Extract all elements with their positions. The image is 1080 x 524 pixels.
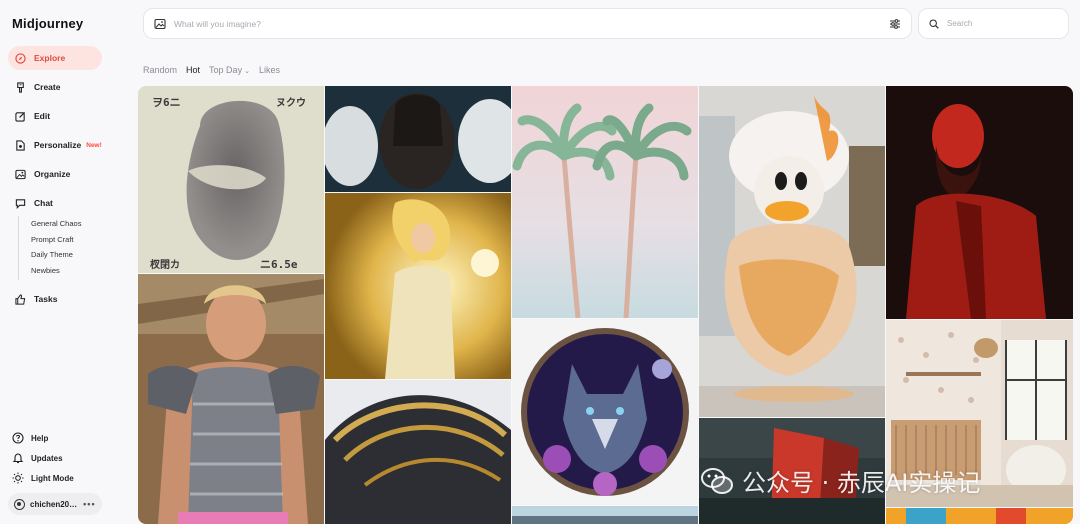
tab-hot[interactable]: Hot — [186, 65, 200, 75]
sidebar-item-label: Chat — [34, 198, 53, 208]
sidebar-item-organize[interactable]: Organize — [8, 162, 102, 186]
edit-icon — [14, 110, 26, 122]
chat-room-prompt-craft[interactable]: Prompt Craft — [31, 232, 81, 248]
bell-icon — [12, 452, 24, 464]
sidebar-item-tasks[interactable]: Tasks — [8, 287, 102, 311]
chevron-down-icon: ⌄ — [244, 68, 250, 75]
chat-room-newbies[interactable]: Newbies — [31, 263, 81, 279]
username: chichen20… — [30, 499, 78, 509]
image-tile-golden-goddess[interactable] — [325, 193, 511, 379]
image-tile-wolf-badge[interactable] — [512, 319, 698, 505]
updates-label: Updates — [31, 453, 63, 463]
sidebar-item-label: Explore — [34, 53, 66, 63]
tab-top-day-label: Top Day — [209, 65, 243, 75]
poster-text-bottom-left: 杈閉カ — [150, 260, 180, 271]
image-tile-armored-man[interactable] — [138, 274, 324, 524]
light-mode-toggle[interactable]: Light Mode — [12, 472, 74, 484]
settings-sliders-icon[interactable] — [889, 18, 901, 30]
sidebar-item-label: Organize — [34, 169, 71, 179]
tab-top-day[interactable]: Top Day ⌄ — [209, 65, 250, 75]
imagine-bar[interactable]: What will you imagine? — [143, 8, 912, 39]
sidebar-item-chat[interactable]: Chat — [8, 191, 102, 215]
avatar — [14, 498, 25, 510]
compass-icon — [14, 52, 26, 64]
chat-icon — [14, 197, 26, 209]
sidebar-item-create[interactable]: Create — [8, 75, 102, 99]
sidebar: Midjourney Explore Create Edit Personali… — [0, 0, 124, 524]
sun-icon — [12, 472, 24, 484]
app-logo[interactable]: Midjourney — [12, 16, 83, 31]
poster-text-bottom-right: ニ6.5e — [260, 258, 298, 271]
image-tile-balaclava-poster[interactable] — [138, 86, 324, 273]
sidebar-item-label: Tasks — [34, 294, 58, 304]
sidebar-item-edit[interactable]: Edit — [8, 104, 102, 128]
sidebar-item-label: Edit — [34, 111, 51, 121]
wechat-logo-icon — [701, 467, 733, 494]
image-grid: ヲ6ニ ヌクウ 杈閉カ ニ6.5e — [138, 86, 1073, 524]
image-icon — [14, 168, 26, 180]
chat-room-daily-theme[interactable]: Daily Theme — [31, 247, 81, 263]
more-icon[interactable]: ••• — [83, 499, 95, 509]
sidebar-item-label: Personalize — [34, 140, 82, 150]
help-link[interactable]: Help — [12, 432, 48, 444]
sidebar-item-personalize[interactable]: Personalize New! — [8, 133, 102, 157]
poster-text-top-right: ヌクウ — [276, 98, 306, 109]
light-mode-label: Light Mode — [31, 473, 74, 483]
help-label: Help — [31, 433, 49, 443]
help-icon — [12, 432, 24, 444]
search-input[interactable]: Search — [947, 19, 972, 28]
watermark: 公众号 · 赤辰AI实操记 — [700, 463, 980, 498]
chat-room-general-chaos[interactable]: General Chaos — [31, 216, 81, 232]
brush-icon — [14, 81, 26, 93]
updates-link[interactable]: Updates — [12, 452, 63, 464]
image-tile-sky-partial[interactable] — [512, 506, 698, 524]
watermark-text: 公众号 · 赤辰AI实操记 — [742, 469, 981, 497]
poster-text-top-left: ヲ6ニ — [152, 96, 181, 109]
image-upload-icon[interactable] — [154, 18, 166, 30]
sidebar-item-label: Create — [34, 82, 61, 92]
image-tile-golden-alien[interactable] — [325, 380, 511, 524]
image-tile-colorful-partial[interactable] — [886, 508, 1073, 524]
sidebar-item-explore[interactable]: Explore — [8, 46, 102, 70]
image-tile-red-bearded-man[interactable] — [886, 86, 1073, 319]
image-tile-fire-duck[interactable] — [699, 86, 885, 417]
tab-likes[interactable]: Likes — [259, 65, 280, 75]
personalize-icon — [14, 139, 26, 151]
search-icon — [929, 18, 939, 29]
chat-room-list: General Chaos Prompt Craft Daily Theme N… — [18, 216, 81, 280]
feed-filter-tabs: Random Hot Top Day ⌄ Likes — [143, 65, 280, 75]
user-menu[interactable]: chichen20… ••• — [8, 493, 102, 515]
image-tile-polar-bears[interactable] — [325, 86, 511, 192]
thumbs-up-icon — [14, 293, 26, 305]
new-badge: New! — [86, 141, 102, 149]
image-tile-palm-trees[interactable] — [512, 86, 698, 318]
tab-random[interactable]: Random — [143, 65, 177, 75]
search-box[interactable]: Search — [918, 8, 1069, 39]
imagine-input[interactable]: What will you imagine? — [174, 19, 261, 29]
